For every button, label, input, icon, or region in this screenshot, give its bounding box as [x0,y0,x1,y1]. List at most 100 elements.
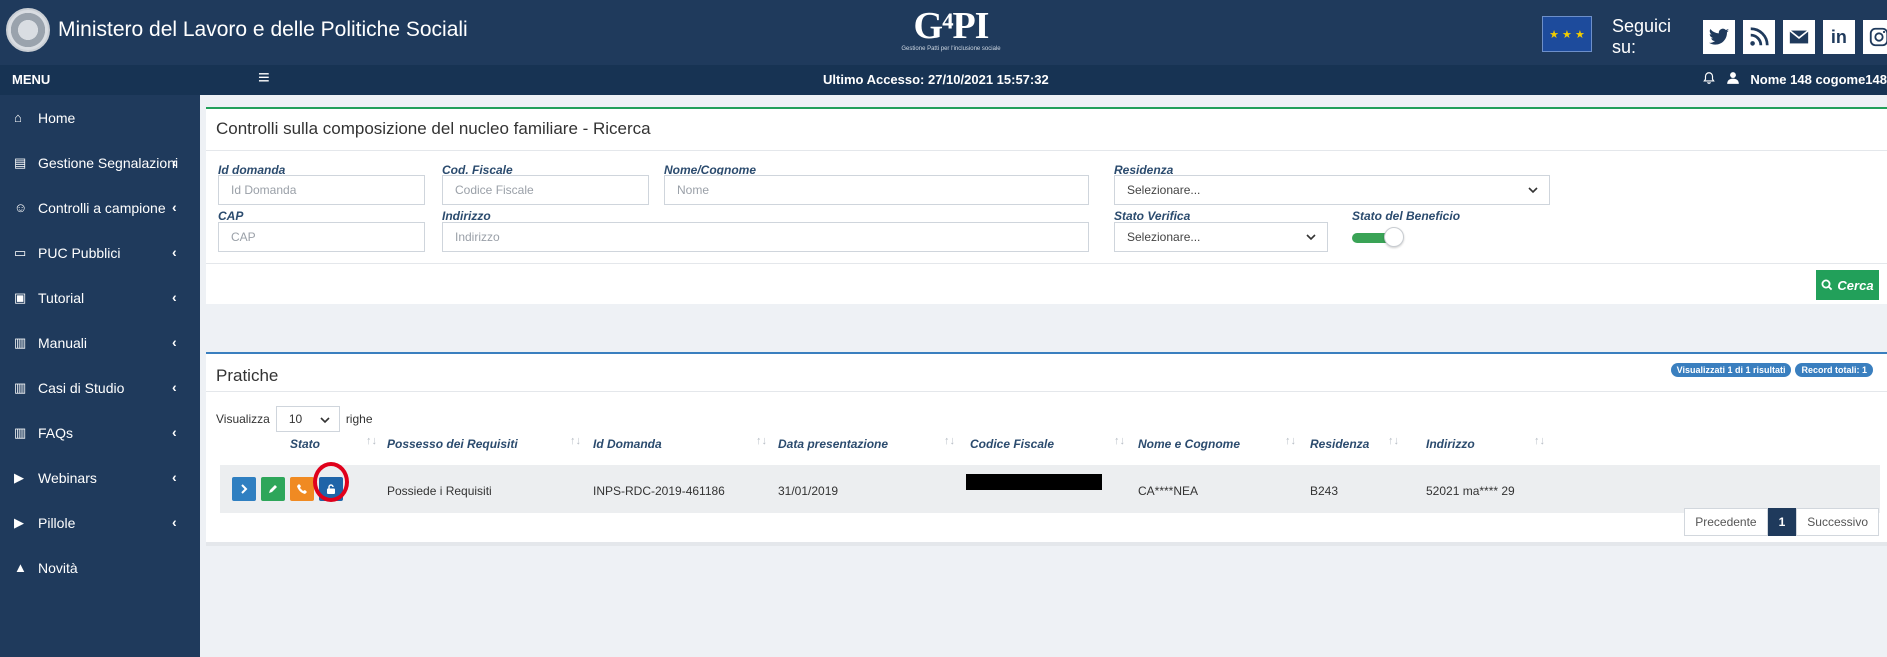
sort-icon[interactable]: ↑↓ [1534,435,1545,447]
sidebar-item-label: Home [38,109,76,126]
sidebar-item-novit-[interactable]: ▲ Novità [0,545,200,590]
republic-emblem-icon [6,8,50,52]
gepi-logo[interactable]: G⁴PI Gestione Patti per l'inclusione soc… [876,6,1026,58]
cell-indirizzo: 52021 ma**** 29 [1426,484,1515,498]
instagram-icon[interactable] [1862,20,1887,54]
indirizzo-input[interactable] [442,222,1089,252]
cerca-label: Cerca [1837,277,1874,293]
rss-icon[interactable] [1742,20,1775,54]
cell-nome: CA****NEA [1138,484,1199,498]
column-header-data[interactable]: Data presentazione [778,437,888,451]
highlight-circle [313,462,349,502]
cell-residenza: B243 [1310,484,1339,498]
sidebar-item-label: FAQs [38,424,74,441]
sort-icon[interactable]: ↑↓ [1114,435,1125,447]
open-button[interactable] [232,477,256,501]
sidebar-item-controlli-a-campione[interactable]: ☺ Controlli a campione ‹ [0,185,200,230]
sort-icon[interactable]: ↑↓ [1285,435,1296,447]
nome-cognome-input[interactable] [664,175,1089,205]
results-panel: Pratiche Visualizzati 1 di 1 risultati R… [206,352,1887,542]
column-header-id-domanda[interactable]: Id Domanda [593,437,662,451]
codice-fiscale-input[interactable] [442,175,649,205]
sidebar: ⌂ Home ▤ Gestione Segnalazioni ‹ ☺ Controlli a… [0,95,200,657]
edit-button[interactable] [261,477,285,501]
total-count-badge: Record totali: 1 [1795,363,1873,377]
linkedin-icon[interactable]: in [1822,20,1855,54]
home-icon: ⌂ [14,110,22,125]
column-header-codice-fiscale[interactable]: Codice Fiscale [970,437,1054,451]
sort-icon[interactable]: ↑↓ [570,435,581,447]
result-badges: Visualizzati 1 di 1 risultati Record tot… [1670,363,1873,377]
residenza-select[interactable]: Selezionare... [1114,175,1550,205]
column-header-stato[interactable]: Stato [290,437,320,451]
people-icon: ☺ [14,200,28,215]
social-label: Seguici su: [1612,16,1672,57]
cell-data: 31/01/2019 [778,484,839,498]
tutorial-icon: ▣ [14,289,27,305]
cerca-button[interactable]: Cerca [1816,270,1879,300]
divider [206,391,1887,392]
search-panel: Controlli sulla composizione del nucleo … [206,107,1887,304]
video-icon: ▶ [14,514,24,530]
chevron-left-icon: ‹ [172,154,177,170]
eu-flag-icon: ★ ★ ★ [1542,16,1592,52]
column-header-nome[interactable]: Nome e Cognome [1138,437,1240,451]
phone-icon [297,484,307,494]
gepi-logo-text: G⁴PI [913,5,990,47]
menu-label: MENU [12,72,51,87]
chevron-left-icon: ‹ [172,289,177,305]
cap-label: CAP [218,209,244,223]
stato-verifica-select[interactable]: Selezionare... [1114,222,1328,252]
stato-verifica-label: Stato Verifica [1114,209,1191,223]
sidebar-item-gestione-segnalazioni[interactable]: ▤ Gestione Segnalazioni ‹ [0,140,200,185]
column-header-requisiti[interactable]: Possesso dei Requisiti [387,437,518,451]
book-icon: ▥ [14,379,27,395]
chevron-down-icon [1528,187,1538,194]
sort-icon[interactable]: ↑↓ [756,435,767,447]
stato-verifica-value: Selezionare... [1127,230,1201,244]
stato-beneficio-toggle[interactable] [1352,227,1404,249]
column-header-indirizzo[interactable]: Indirizzo [1426,437,1475,451]
monitor-icon: ▭ [14,244,27,260]
id-domanda-input[interactable] [218,175,425,205]
top-header: Ministero del Lavoro e delle Politiche S… [0,0,1887,65]
sort-icon[interactable]: ↑↓ [944,435,955,447]
sidebar-item-pillole[interactable]: ▶ Pillole ‹ [0,500,200,545]
chevron-left-icon: ‹ [172,424,177,440]
nav-bar: MENU ≡ Ultimo Accesso: 27/10/2021 15:57:… [0,65,1887,95]
user-area[interactable]: Nome 148 cogome148 [1702,71,1887,88]
sidebar-item-home[interactable]: ⌂ Home [0,95,200,140]
gepi-logo-subtitle: Gestione Patti per l'inclusione sociale [901,46,1001,52]
twitter-icon[interactable] [1702,20,1735,54]
sidebar-item-faqs[interactable]: ▥ FAQs ‹ [0,410,200,455]
cap-input[interactable] [218,222,425,252]
page-1-button[interactable]: 1 [1767,508,1797,536]
sidebar-item-label: Controlli a campione [38,199,166,216]
ministry-brand[interactable]: Ministero del Lavoro e delle Politiche S… [6,8,468,52]
sidebar-item-tutorial[interactable]: ▣ Tutorial ‹ [0,275,200,320]
chevron-left-icon: ‹ [172,334,177,350]
sort-icon[interactable]: ↑↓ [366,435,377,447]
sidebar-item-label: Pillole [38,514,76,531]
mail-icon[interactable] [1782,20,1815,54]
phone-button[interactable] [290,477,314,501]
toggle-knob [1384,227,1404,247]
cell-id-domanda: INPS-RDC-2019-461186 [593,484,725,498]
sidebar-item-label: Casi di Studio [38,379,125,396]
bottom-strip [206,542,1887,546]
pencil-icon [269,485,277,493]
sidebar-item-casi-di-studio[interactable]: ▥ Casi di Studio ‹ [0,365,200,410]
next-page-button[interactable]: Successivo [1796,508,1879,536]
divider [206,150,1887,151]
sidebar-item-manuali[interactable]: ▥ Manuali ‹ [0,320,200,365]
hamburger-icon[interactable]: ≡ [258,67,270,90]
results-panel-title: Pratiche [216,366,279,385]
sidebar-item-webinars[interactable]: ▶ Webinars ‹ [0,455,200,500]
column-header-residenza[interactable]: Residenza [1310,437,1369,451]
sidebar-item-puc-pubblici[interactable]: ▭ PUC Pubblici ‹ [0,230,200,275]
page-size-select[interactable]: 10 [275,406,340,432]
book-icon: ▥ [14,334,27,350]
prev-page-button[interactable]: Precedente [1684,508,1768,536]
bell-icon[interactable] [1702,71,1716,88]
sort-icon[interactable]: ↑↓ [1388,435,1399,447]
